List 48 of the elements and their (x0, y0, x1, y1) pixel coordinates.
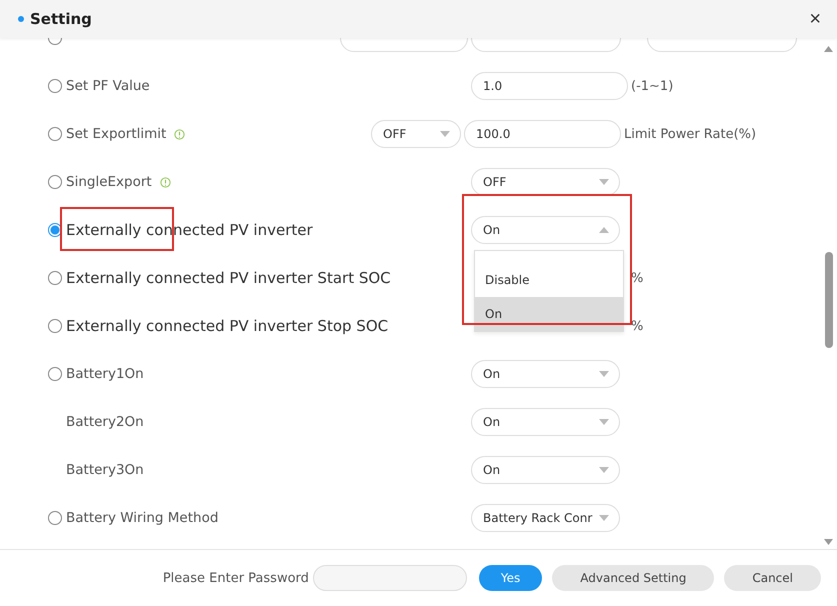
dropdown-select[interactable]: On (471, 408, 620, 436)
dropdown-select[interactable]: Battery Rack Conr (471, 504, 620, 532)
radio-button[interactable] (48, 511, 62, 525)
dropdown-option[interactable]: Disable (475, 263, 623, 297)
value-field[interactable]: 100.0 (464, 120, 621, 148)
secondary-button[interactable]: Cancel (724, 565, 821, 591)
scrollbar-thumb[interactable] (824, 252, 832, 348)
setting-label: Set Exportlimit (66, 126, 166, 142)
setting-label: SingleExport (66, 174, 152, 190)
radio-button[interactable] (48, 319, 62, 333)
caret-icon (599, 515, 609, 521)
radio-button[interactable] (48, 127, 62, 141)
setting-label: Externally connected PV inverter Start SOC (66, 269, 391, 287)
setting-label: Battery2On (66, 414, 144, 430)
radio-button[interactable] (48, 79, 62, 93)
setting-label: Battery3On (66, 462, 144, 478)
setting-label: Battery Wiring Method (66, 510, 218, 526)
scroll-down-icon[interactable] (824, 539, 833, 545)
value-field[interactable]: 1.0 (471, 72, 628, 100)
caret-icon (440, 131, 450, 137)
radio-button[interactable] (48, 271, 62, 285)
caret-icon (599, 371, 609, 377)
caret-icon (599, 179, 609, 185)
unit-label: (-1~1) (631, 78, 674, 94)
dropdown-select[interactable]: On (471, 456, 620, 484)
dropdown-select[interactable]: OFF (471, 168, 620, 196)
setting-label: Externally connected PV inverter Stop SOC (66, 317, 388, 335)
unit-label: % (631, 318, 644, 334)
radio-button[interactable] (48, 175, 62, 189)
caret-icon (599, 467, 609, 473)
scroll-up-icon[interactable] (824, 46, 833, 52)
status-dot (18, 16, 24, 22)
unit-label: % (631, 270, 644, 286)
password-label: Please Enter Password (162, 570, 309, 586)
setting-label: Battery1On (66, 366, 144, 382)
password-field[interactable] (312, 565, 467, 591)
close-button[interactable]: × (809, 9, 821, 29)
dropdown-select[interactable]: OFF (371, 120, 461, 148)
dropdown-select[interactable]: On (471, 360, 620, 388)
window-title: Setting (30, 10, 93, 28)
radio-button[interactable] (48, 367, 62, 381)
secondary-button[interactable]: Advanced Setting (552, 565, 714, 591)
unit-label: Limit Power Rate(%) (624, 126, 756, 142)
dropdown-option[interactable]: On (475, 297, 623, 331)
caret-icon (599, 227, 609, 233)
caret-icon (599, 419, 609, 425)
setting-label: Set PF Value (66, 78, 150, 94)
dropdown-select[interactable]: On (471, 216, 620, 244)
